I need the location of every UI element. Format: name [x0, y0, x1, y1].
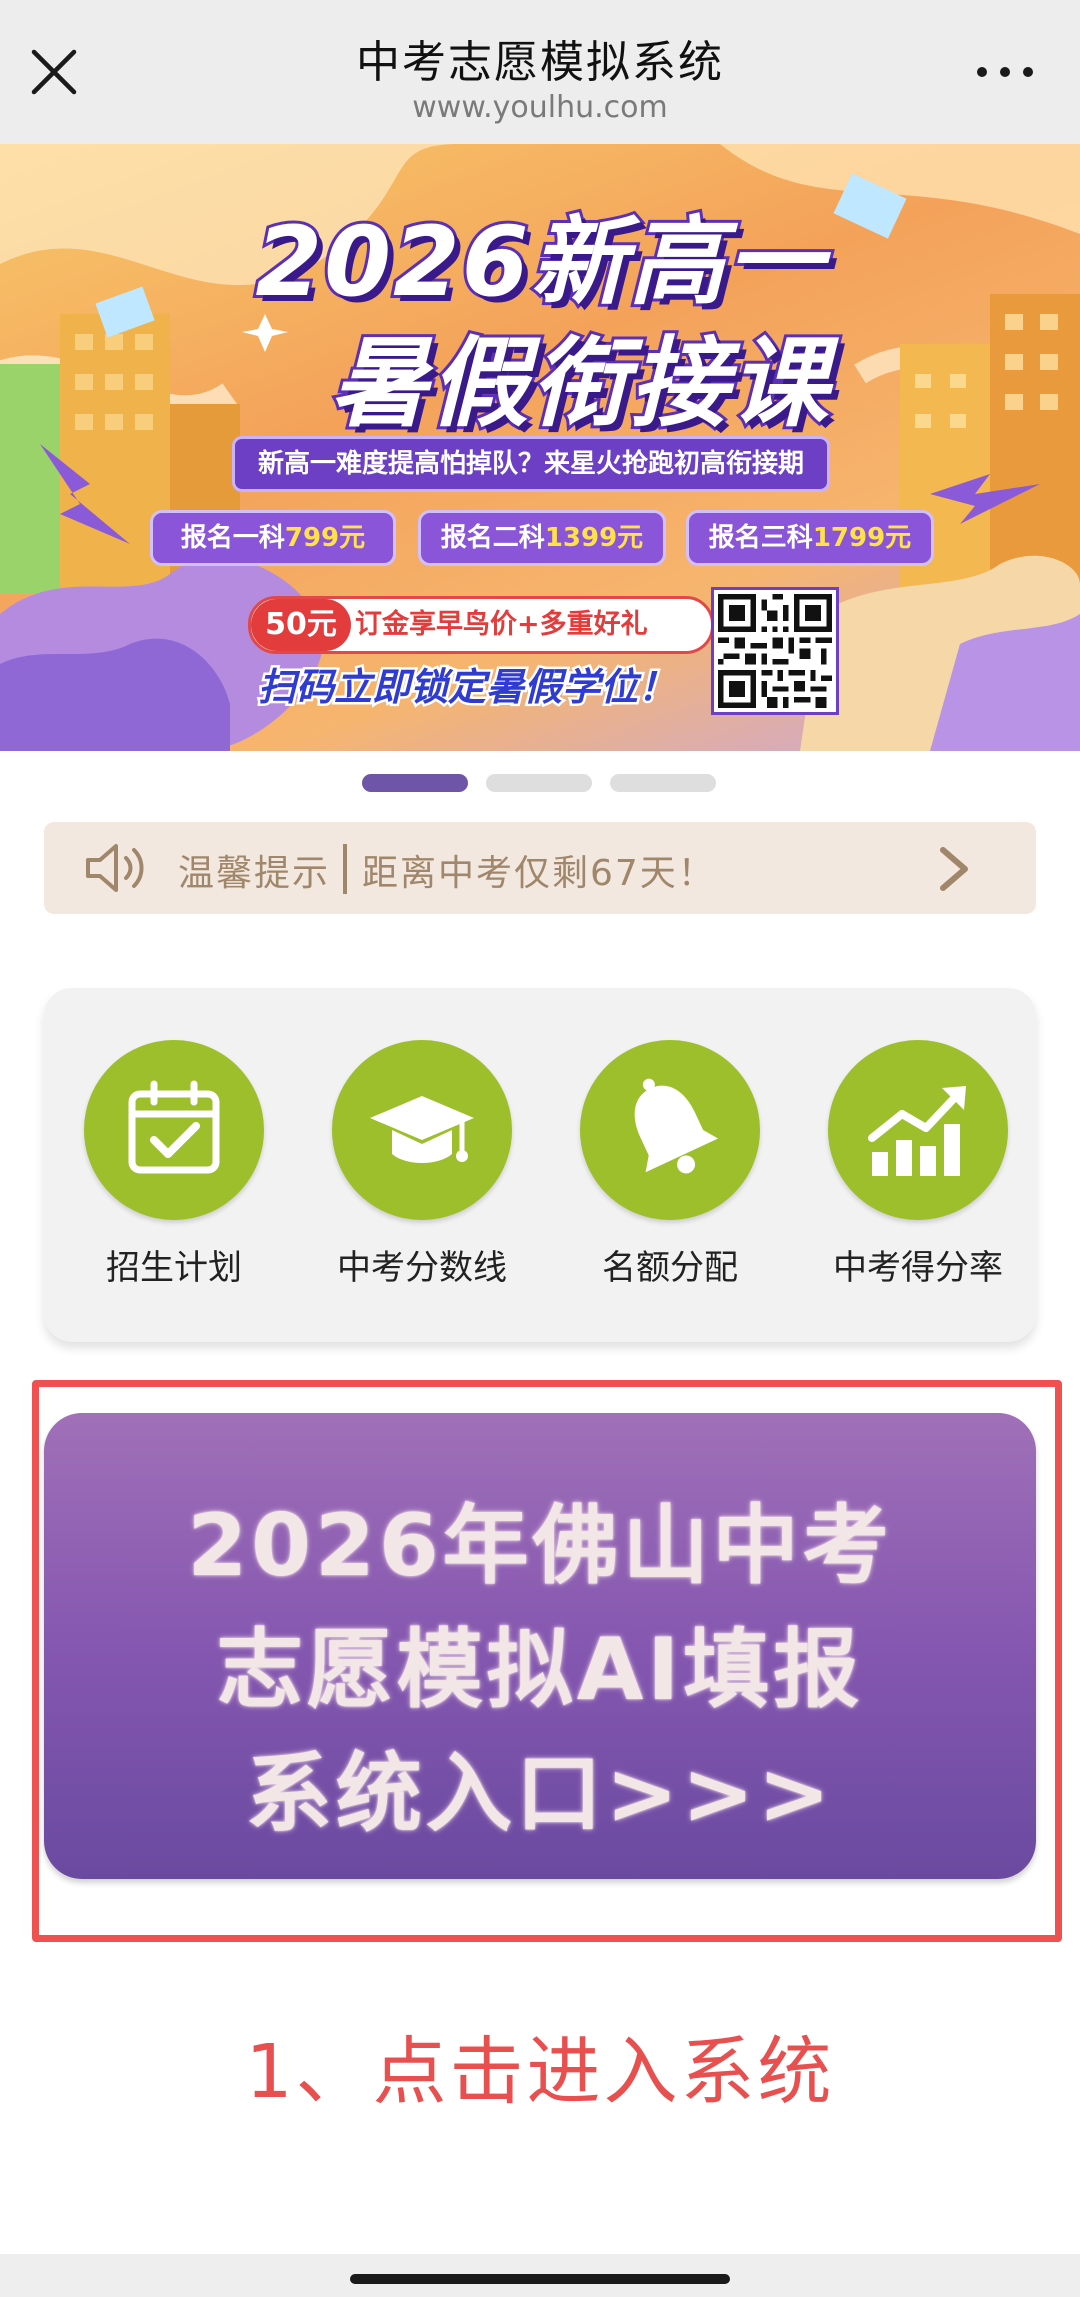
cta-line2: 志愿模拟AI填报	[216, 1620, 864, 1720]
notice-bar[interactable]: 温馨提示 距离中考仅剩67天！	[44, 822, 1036, 914]
speaker-icon	[82, 838, 152, 898]
menu-item-score-line[interactable]: 中考分数线	[312, 1040, 532, 1300]
chevron-right-icon[interactable]	[929, 842, 979, 896]
price-label: 报名二科	[440, 523, 545, 553]
carousel-dot[interactable]	[486, 774, 592, 792]
menu-item-label: 中考得分率	[833, 1248, 1003, 1288]
home-indicator[interactable]	[350, 2274, 730, 2284]
scan-to-register-text: 扫码立即锁定暑假学位！	[256, 663, 679, 712]
page-title: 中考志愿模拟系统	[356, 37, 724, 88]
bar-chart-trend-icon	[828, 1040, 1008, 1220]
banner-headline-line1: 2026新高一	[252, 203, 825, 321]
price-pill-one-subject: 报名一科799元	[150, 510, 396, 566]
menu-item-score-rate[interactable]: 中考得分率	[808, 1040, 1028, 1300]
price-label: 报名三科	[708, 523, 813, 553]
menu-item-enrollment-plan[interactable]: 招生计划	[64, 1040, 284, 1300]
top-navigation-bar: 中考志愿模拟系统 www.youlhu.com	[0, 0, 1080, 144]
banner-headline-line2: 暑假衔接课	[327, 324, 831, 444]
deposit-badge: 50元	[251, 599, 351, 651]
menu-item-label: 招生计划	[106, 1248, 242, 1288]
calendar-check-icon	[84, 1040, 264, 1220]
price-value: 799元	[284, 523, 366, 553]
deposit-promo-text: 订金享早鸟价+多重好礼	[355, 609, 648, 640]
deposit-promo: 50元 订金享早鸟价+多重好礼	[248, 596, 714, 654]
notice-text: 距离中考仅剩67天！	[362, 853, 716, 894]
bottom-bar	[0, 2254, 1080, 2297]
page-url: www.youlhu.com	[412, 90, 668, 125]
menu-item-label: 名额分配	[602, 1248, 738, 1288]
simulation-system-entry-button[interactable]: 2026年佛山中考 志愿模拟AI填报 系统入口>>>	[44, 1413, 1036, 1879]
price-value: 1399元	[544, 523, 644, 553]
price-value: 1799元	[812, 523, 912, 553]
more-dots-icon[interactable]	[970, 52, 1040, 92]
cta-line3: 系统入口>>>	[245, 1744, 835, 1844]
promo-banner[interactable]: 2026新高一 暑假衔接课 新高一难度提高怕掉队？来星火抢跑初高衔接期 报名一科…	[0, 144, 1080, 751]
instruction-text: 1、点击进入系统	[245, 2029, 835, 2115]
price-pill-three-subjects: 报名三科1799元	[686, 510, 934, 566]
price-label: 报名一科	[180, 523, 285, 553]
price-pill-two-subjects: 报名二科1399元	[418, 510, 666, 566]
bell-icon	[580, 1040, 760, 1220]
carousel-dot[interactable]	[610, 774, 716, 792]
menu-item-quota-allocation[interactable]: 名额分配	[560, 1040, 780, 1300]
graduation-cap-icon	[332, 1040, 512, 1220]
cta-line1: 2026年佛山中考	[187, 1496, 893, 1596]
banner-subtitle: 新高一难度提高怕掉队？来星火抢跑初高衔接期	[232, 436, 830, 492]
notice-divider	[343, 844, 347, 894]
menu-item-label: 中考分数线	[337, 1248, 507, 1288]
qr-code-icon	[714, 590, 836, 712]
notice-label: 温馨提示	[178, 853, 331, 894]
carousel-dot[interactable]	[362, 774, 468, 792]
quick-menu: 招生计划 中考分数线 名额分配 中考得分率	[44, 988, 1036, 1342]
